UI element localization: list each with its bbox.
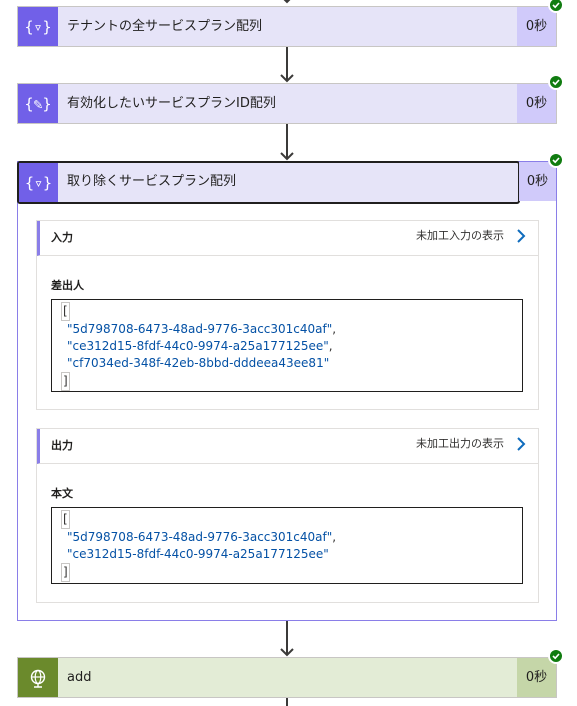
json-array-item: "cf7034ed-348f-42eb-8bbd-dddeea43ee81" <box>67 356 330 370</box>
show-raw-inputs-link[interactable]: 未加工入力の表示 <box>416 221 504 251</box>
action-duration: 0秒 <box>517 7 556 46</box>
json-array-item: "ce312d15-8fdf-44c0-9974-a25a177125ee" <box>67 547 329 561</box>
open-bracket: [ <box>61 302 70 321</box>
action-title: テナントの全サービスプラン配列 <box>67 19 263 34</box>
variable-edit-icon: {✎} <box>18 84 58 123</box>
body-json-box: [ "5d798708-6473-48ad-9776-3acc301c40af"… <box>51 507 523 584</box>
json-array-item: "5d798708-6473-48ad-9776-3acc301c40af", <box>67 322 337 336</box>
variable-filter-icon: {▿} <box>18 7 58 46</box>
inputs-header: 入力 未加工入力の表示 <box>37 221 538 256</box>
chevron-right-icon[interactable] <box>516 228 526 248</box>
from-field-label: 差出人 <box>51 279 84 292</box>
close-bracket: ] <box>61 563 70 582</box>
action-card-add[interactable]: add 0秒 <box>17 648 564 698</box>
variable-filter-icon: {▿} <box>19 163 58 202</box>
action-title: 有効化したいサービスプランID配列 <box>67 96 276 111</box>
open-bracket: [ <box>61 510 70 529</box>
chevron-right-icon[interactable] <box>516 436 526 456</box>
connector-arrow <box>278 124 296 161</box>
json-array-item: "ce312d15-8fdf-44c0-9974-a25a177125ee", <box>67 339 333 353</box>
outputs-header: 出力 未加工出力の表示 <box>37 429 538 464</box>
success-check-icon <box>548 152 564 168</box>
json-array-item: "5d798708-6473-48ad-9776-3acc301c40af", <box>67 530 337 544</box>
outputs-label: 出力 <box>51 439 73 452</box>
success-check-icon <box>548 648 564 664</box>
globe-icon <box>18 658 58 697</box>
body-field-label: 本文 <box>51 487 73 500</box>
inputs-label: 入力 <box>51 231 73 244</box>
success-check-icon <box>548 0 564 13</box>
inputs-panel: 入力 未加工入力の表示 差出人 [ "5d798708-6473-48ad-97… <box>36 220 539 410</box>
connector-arrow <box>278 47 296 83</box>
close-bracket: ] <box>61 372 70 391</box>
action-duration: 0秒 <box>519 162 556 201</box>
action-duration: 0秒 <box>517 84 556 123</box>
action-card-tenant-service-plans[interactable]: {▿} テナントの全サービスプラン配列 0秒 <box>17 0 564 47</box>
from-json-box: [ "5d798708-6473-48ad-9776-3acc301c40af"… <box>51 299 523 392</box>
action-title: 取り除くサービスプラン配列 <box>67 174 237 189</box>
action-card-header[interactable]: {▿} 取り除くサービスプラン配列 <box>17 161 520 204</box>
show-raw-outputs-link[interactable]: 未加工出力の表示 <box>416 429 504 459</box>
success-check-icon <box>548 74 564 90</box>
connector-arrow <box>278 621 296 657</box>
connector-arrow <box>278 698 296 706</box>
action-duration: 0秒 <box>517 658 556 697</box>
action-title: add <box>67 670 92 685</box>
action-card-enable-service-plan-ids[interactable]: {✎} 有効化したいサービスプランID配列 0秒 <box>17 74 564 124</box>
outputs-panel: 出力 未加工出力の表示 本文 [ "5d798708-6473-48ad-977… <box>36 428 539 603</box>
action-card-remove-service-plans-expanded: {▿} 取り除くサービスプラン配列 0秒 入力 未加工入力の表示 差出人 [ "… <box>17 152 564 621</box>
